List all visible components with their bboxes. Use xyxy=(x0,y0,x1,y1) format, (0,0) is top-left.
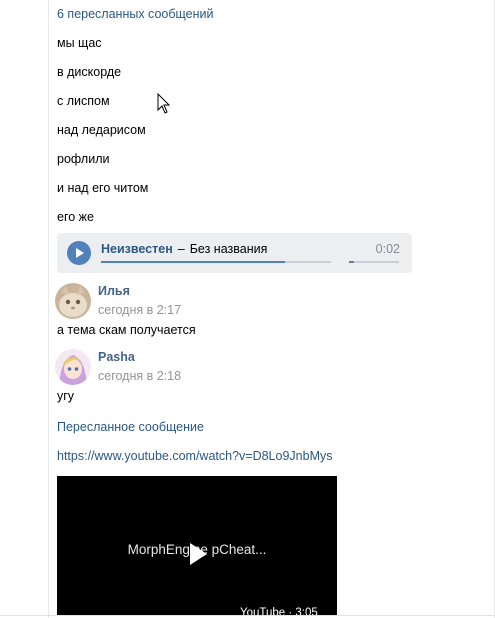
audio-progress-bar[interactable] xyxy=(101,261,331,263)
post-author[interactable]: Pasha xyxy=(98,350,135,364)
post-time[interactable]: сегодня в 2:18 xyxy=(98,369,181,383)
audio-duration: 0:02 xyxy=(375,242,400,256)
post-author[interactable]: Илья xyxy=(98,284,130,298)
forwarded-messages-header[interactable]: 6 пересланных сообщений xyxy=(57,7,213,21)
mouse-cursor-icon xyxy=(157,93,171,114)
message-text: угу xyxy=(57,389,75,403)
forwarded-message-link[interactable]: Пересланное сообщение xyxy=(57,420,204,434)
audio-player[interactable]: Неизвестен – Без названия 0:02 xyxy=(57,233,412,273)
message-text: а тема скам получается xyxy=(57,323,196,337)
avatar[interactable] xyxy=(55,283,91,319)
audio-title-row: Неизвестен – Без названия xyxy=(101,242,267,256)
play-icon[interactable] xyxy=(67,241,91,265)
message-text: над ледарисом xyxy=(57,123,146,137)
left-divider xyxy=(48,0,49,618)
avatar[interactable] xyxy=(55,349,91,385)
message-text: мы щас xyxy=(57,36,102,50)
audio-progress-fill xyxy=(101,261,285,263)
bottom-divider xyxy=(0,615,495,616)
audio-separator: – xyxy=(177,242,185,256)
youtube-link[interactable]: https://www.youtube.com/watch?v=D8Lo9Jnb… xyxy=(57,449,332,463)
audio-artist[interactable]: Неизвестен xyxy=(101,242,173,256)
message-text: в дискорде xyxy=(57,65,122,79)
video-preview[interactable]: MorphEngine pCheat... YouTube · 3:05 xyxy=(57,476,337,616)
cat-avatar-icon xyxy=(55,283,91,319)
message-text: и над его читом xyxy=(57,181,149,195)
anime-avatar-icon xyxy=(55,349,91,385)
play-icon[interactable] xyxy=(190,543,207,565)
message-text: его же xyxy=(57,210,94,224)
message-text: рофлили xyxy=(57,152,110,166)
post-time[interactable]: сегодня в 2:17 xyxy=(98,303,181,317)
audio-song-title: Без названия xyxy=(189,242,268,256)
audio-volume-fill xyxy=(349,261,354,263)
audio-volume-slider[interactable] xyxy=(349,261,399,263)
message-text: с лиспом xyxy=(57,94,110,108)
